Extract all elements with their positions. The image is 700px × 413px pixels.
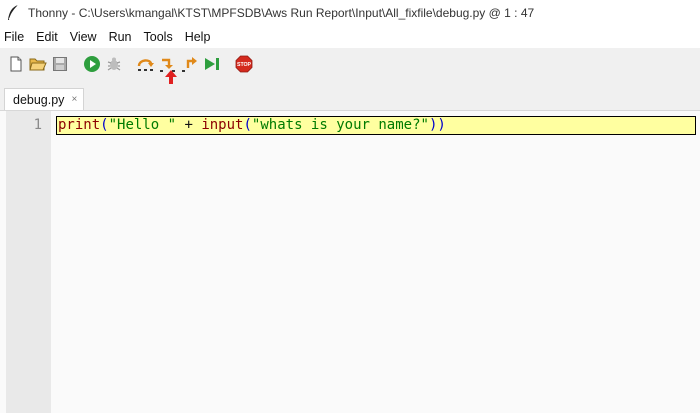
new-file-icon bbox=[10, 56, 22, 72]
stop-label: STOP bbox=[237, 62, 252, 68]
toolbar: STOP bbox=[0, 50, 700, 78]
menu-bar: File Edit View Run Tools Help bbox=[0, 26, 700, 48]
thonny-feather-icon bbox=[8, 4, 19, 20]
thonny-window: Thonny - C:\Users\kmangal\KTST\MPFSDB\Aw… bbox=[0, 0, 700, 413]
step-out-icon bbox=[182, 57, 197, 72]
resume-button[interactable] bbox=[202, 54, 222, 74]
menu-view[interactable]: View bbox=[64, 26, 103, 48]
code-token-string: "Hello " bbox=[108, 117, 177, 133]
run-button[interactable] bbox=[82, 54, 102, 74]
window-title: Thonny - C:\Users\kmangal\KTST\MPFSDB\Aw… bbox=[28, 6, 535, 20]
code-token-paren: )) bbox=[428, 117, 446, 133]
code-token-paren: ( bbox=[243, 117, 252, 133]
open-file-button[interactable] bbox=[28, 54, 48, 74]
resume-icon bbox=[205, 58, 219, 70]
menu-help[interactable]: Help bbox=[179, 26, 217, 48]
stop-icon: STOP bbox=[235, 55, 253, 73]
debug-icon bbox=[107, 57, 121, 71]
save-button[interactable] bbox=[50, 54, 70, 74]
tab-debug-py[interactable]: debug.py × bbox=[4, 88, 85, 110]
menu-file[interactable]: File bbox=[0, 26, 30, 48]
save-icon bbox=[53, 57, 67, 71]
open-folder-icon bbox=[29, 58, 47, 71]
step-out-button[interactable] bbox=[180, 54, 200, 74]
menu-edit[interactable]: Edit bbox=[30, 26, 64, 48]
code-token-builtin: input bbox=[201, 117, 244, 133]
code-editor[interactable]: 1 print("Hello " + input("whats is your … bbox=[0, 110, 700, 413]
menu-run[interactable]: Run bbox=[103, 26, 138, 48]
menu-tools[interactable]: Tools bbox=[138, 26, 179, 48]
new-file-button[interactable] bbox=[6, 54, 26, 74]
current-code-line[interactable]: print("Hello " + input("whats is your na… bbox=[56, 116, 696, 135]
tab-label: debug.py bbox=[13, 92, 65, 107]
editor-tab-bar: debug.py × bbox=[0, 84, 700, 110]
code-token-string: "whats is your name?" bbox=[251, 117, 429, 133]
step-over-button[interactable] bbox=[136, 54, 156, 74]
tab-close-icon[interactable]: × bbox=[71, 94, 77, 105]
title-bar: Thonny - C:\Users\kmangal\KTST\MPFSDB\Aw… bbox=[0, 0, 700, 26]
run-icon bbox=[84, 56, 100, 72]
code-token-paren: ( bbox=[100, 117, 109, 133]
debug-button[interactable] bbox=[104, 54, 124, 74]
line-number-gutter: 1 bbox=[6, 111, 51, 413]
step-over-icon bbox=[137, 59, 154, 71]
code-token-builtin: print bbox=[58, 117, 101, 133]
stop-button[interactable]: STOP bbox=[234, 54, 254, 74]
line-number: 1 bbox=[33, 117, 42, 133]
code-token-op: + bbox=[176, 117, 202, 133]
